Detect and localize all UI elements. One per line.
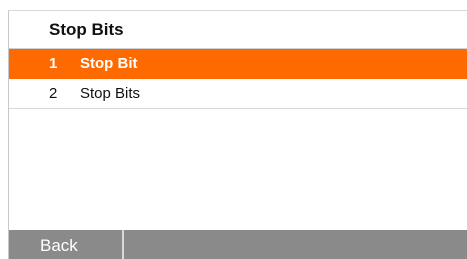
back-button[interactable]: Back — [9, 230, 124, 259]
option-number: 1 — [49, 55, 58, 72]
page-title: Stop Bits — [49, 20, 124, 39]
title-bar: Stop Bits — [9, 11, 467, 49]
option-item-1-stop-bit[interactable]: 1 Stop Bit — [9, 49, 467, 79]
option-number: 2 — [49, 85, 58, 102]
back-button-label: Back — [40, 236, 78, 255]
softkey-bar: Back — [9, 230, 467, 259]
option-list: 1 Stop Bit 2 Stop Bits — [9, 49, 467, 109]
option-label: Stop Bits — [80, 85, 141, 102]
stop-bits-screen: Stop Bits 1 Stop Bit 2 Stop Bits Back — [0, 0, 467, 259]
option-item-2-stop-bits[interactable]: 2 Stop Bits — [9, 79, 467, 109]
menu-panel: Stop Bits 1 Stop Bit 2 Stop Bits Back — [8, 10, 467, 259]
option-label: Stop Bit — [80, 55, 138, 72]
